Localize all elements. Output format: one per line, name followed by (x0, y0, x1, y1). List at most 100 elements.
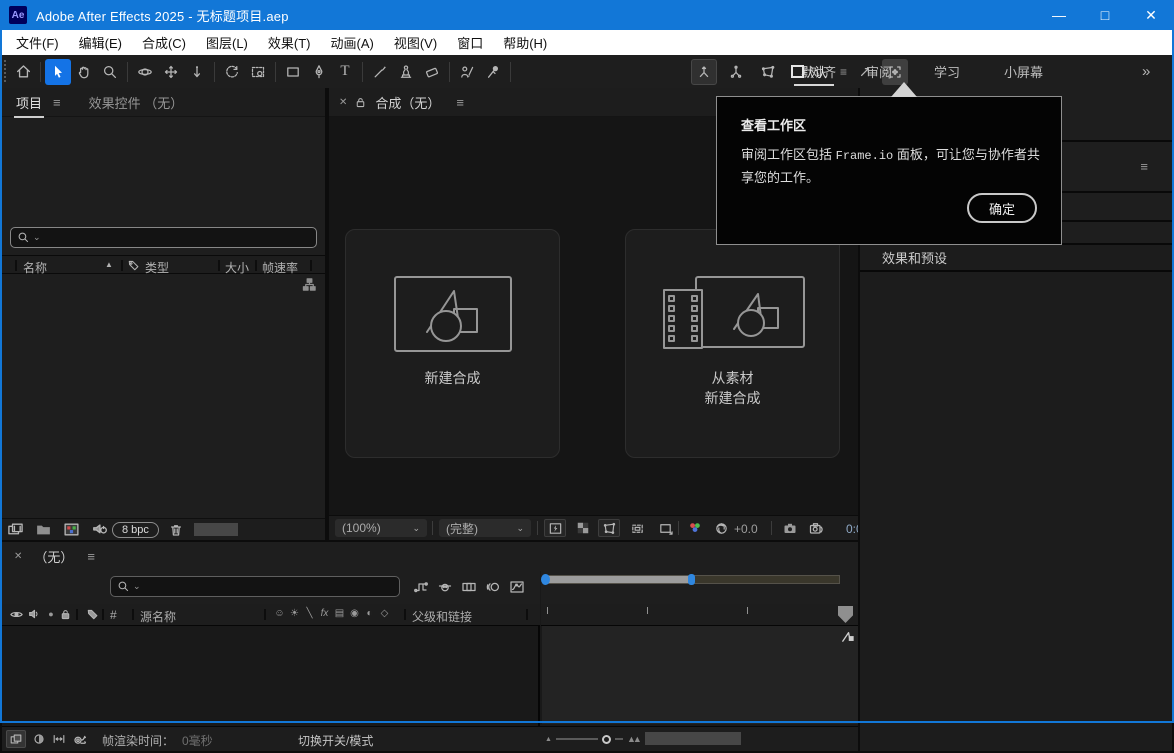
project-panel-menu-icon[interactable]: ≡ (53, 95, 61, 110)
adjustment-layer-switch-icon[interactable]: ◐ (362, 608, 377, 619)
region-of-interest-button[interactable] (626, 519, 648, 537)
show-channels-button[interactable] (684, 519, 706, 537)
trash-icon[interactable] (168, 522, 184, 538)
menu-effect[interactable]: 效果(T) (258, 30, 321, 55)
resolution-dropdown[interactable]: (完整)⌄ (439, 519, 531, 537)
transparency-grid-button[interactable] (572, 519, 594, 537)
clone-stamp-tool-button[interactable] (393, 59, 419, 85)
pan-behind-tool-button[interactable] (245, 59, 271, 85)
toolbar-grip-handle[interactable] (3, 60, 8, 84)
zoom-slider-track[interactable] (556, 738, 598, 740)
lock-column-icon[interactable] (57, 606, 73, 622)
flowchart-icon[interactable] (302, 277, 317, 292)
tab-timeline[interactable]: （无） (34, 547, 73, 566)
fx-switch-icon[interactable]: fx (317, 608, 332, 619)
menu-window[interactable]: 窗口 (447, 30, 493, 55)
source-name-column-header[interactable]: 源名称 (140, 608, 176, 625)
timeline-hscrollbar-thumb[interactable] (645, 732, 741, 745)
motion-blur-button[interactable] (484, 578, 502, 596)
selection-tool-button[interactable] (45, 59, 71, 85)
timeline-panel-menu-icon[interactable]: ≡ (87, 549, 95, 564)
label-column-icon[interactable] (84, 606, 100, 622)
frame-blend-switch-icon[interactable]: ▤ (332, 608, 347, 619)
timeline-search-input[interactable]: ⌄ (110, 576, 400, 597)
show-snapshot-button[interactable] (805, 519, 827, 537)
navigator-start-handle[interactable] (541, 574, 550, 585)
rotation-tool-button[interactable] (219, 59, 245, 85)
info-panel-menu-icon[interactable]: ≡ (1140, 159, 1148, 174)
menu-edit[interactable]: 编辑(E) (69, 30, 132, 55)
menu-help[interactable]: 帮助(H) (493, 30, 557, 55)
pan-zoom-frame-button[interactable] (654, 519, 676, 537)
quality-switch-icon[interactable]: ╲ (302, 608, 317, 619)
magnification-dropdown[interactable]: (100%)⌄ (335, 519, 427, 537)
inout-panes-button[interactable] (50, 730, 68, 748)
toggle-switches-modes-button[interactable]: 切换开关/模式 (298, 732, 373, 749)
orbit-camera-tool-button[interactable] (132, 59, 158, 85)
view-axis-mode-button[interactable] (755, 59, 781, 85)
minimize-button[interactable]: — (1036, 0, 1082, 30)
comp-marker-bin-icon[interactable] (838, 606, 853, 623)
time-ruler[interactable] (541, 604, 858, 626)
render-time-pane-button[interactable] (70, 730, 90, 748)
zoom-slider-handle[interactable] (602, 735, 611, 744)
fast-preview-button[interactable] (544, 519, 566, 537)
menu-layer[interactable]: 图层(L) (196, 30, 258, 55)
new-folder-icon[interactable] (35, 521, 52, 538)
close-tab-icon[interactable]: ✕ (14, 551, 22, 562)
dolly-camera-tool-button[interactable] (184, 59, 210, 85)
lock-panel-icon[interactable] (354, 96, 367, 109)
layer-switches-pane-button[interactable] (6, 730, 26, 748)
bit-depth-button[interactable]: 8 bpc (112, 522, 159, 538)
frame-blending-button[interactable] (460, 578, 478, 596)
project-search-input[interactable]: ⌄ (10, 227, 317, 248)
home-button[interactable] (10, 59, 36, 85)
sort-ascending-icon[interactable]: ▲ (105, 260, 113, 269)
eraser-tool-button[interactable] (419, 59, 445, 85)
zoom-tool-button[interactable] (97, 59, 123, 85)
hand-tool-button[interactable] (71, 59, 97, 85)
menu-view[interactable]: 视图(V) (384, 30, 447, 55)
column-framerate[interactable]: 帧速率 (262, 259, 298, 276)
workspace-tab-learn[interactable]: 学习 (934, 55, 960, 88)
video-visibility-column-icon[interactable] (8, 606, 24, 622)
column-size[interactable]: 大小 (225, 259, 249, 276)
workspace-menu-icon[interactable]: ≡ (840, 55, 847, 88)
hide-shy-layers-button[interactable] (436, 578, 454, 596)
motion-blur-switch-icon[interactable]: ◉ (347, 608, 362, 619)
label-tag-icon[interactable] (127, 259, 140, 272)
zoom-slider-track[interactable] (615, 738, 623, 740)
interpret-footage-icon[interactable] (7, 521, 24, 538)
shy-switch-icon[interactable]: ☺ (272, 608, 287, 619)
layer-list-area[interactable] (2, 626, 540, 726)
pan-camera-tool-button[interactable] (158, 59, 184, 85)
composition-panel-menu-icon[interactable]: ≡ (456, 95, 464, 110)
workspace-tab-review[interactable]: 审阅 (866, 55, 892, 88)
project-scrollbar-thumb[interactable] (194, 523, 238, 536)
workspace-tab-small-screen[interactable]: 小屏幕 (1004, 55, 1043, 88)
puppet-pin-tool-button[interactable] (480, 59, 506, 85)
menu-file[interactable]: 文件(F) (6, 30, 69, 55)
maximize-button[interactable]: □ (1082, 0, 1128, 30)
pen-tool-button[interactable] (306, 59, 332, 85)
new-composition-card[interactable]: 新建合成 (345, 229, 560, 458)
graph-editor-button[interactable] (508, 578, 526, 596)
mini-flowchart-button[interactable] (412, 578, 430, 596)
project-settings-icon[interactable] (91, 521, 108, 538)
roto-brush-tool-button[interactable] (454, 59, 480, 85)
workspace-tab-default[interactable]: 默认 (794, 55, 834, 88)
index-column-header[interactable]: # (110, 608, 117, 622)
parent-link-column-header[interactable]: 父级和链接 (412, 608, 472, 625)
close-button[interactable]: ✕ (1128, 0, 1174, 30)
take-snapshot-button[interactable] (779, 519, 801, 537)
close-tab-icon[interactable]: ✕ (339, 97, 347, 108)
exposure-button[interactable] (710, 519, 732, 537)
type-tool-button[interactable]: T (332, 59, 358, 85)
mask-visibility-button[interactable] (598, 519, 620, 537)
exposure-value[interactable]: +0.0 (734, 522, 758, 536)
world-axis-mode-button[interactable] (723, 59, 749, 85)
new-composition-icon[interactable] (63, 521, 80, 538)
column-type[interactable]: 类型 (145, 259, 169, 276)
navigator-playhead-handle[interactable] (688, 574, 695, 585)
comp-button-icon[interactable] (839, 628, 856, 645)
